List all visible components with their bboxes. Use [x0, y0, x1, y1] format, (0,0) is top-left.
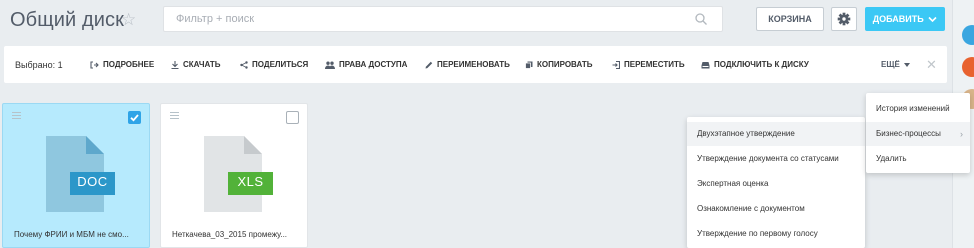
menu-item-business-processes-label: Бизнес-процессы	[876, 129, 941, 138]
menu-item-delete[interactable]: Удалить	[866, 147, 970, 171]
pencil-icon	[425, 61, 433, 68]
drag-handle-icon[interactable]	[170, 112, 179, 121]
chevron-down-icon	[928, 17, 937, 23]
doc-type-label: DOC	[77, 174, 108, 189]
add-button[interactable]: ДОБАВИТЬ	[865, 7, 945, 31]
file-name[interactable]: Почему ФРИИ и МБМ не смо...	[14, 230, 129, 239]
file-checkbox[interactable]	[286, 111, 299, 124]
filter-search-input[interactable]: Фильтр + поиск	[163, 6, 723, 32]
selected-count: Выбрано: 1	[15, 60, 63, 70]
open-details-icon	[90, 60, 99, 69]
share-button[interactable]: ПОДЕЛИТЬСЯ	[240, 60, 308, 69]
download-icon	[171, 60, 179, 69]
file-checkbox[interactable]	[128, 111, 141, 124]
submenu-item-expert-review[interactable]: Экспертная оценка	[687, 172, 865, 196]
settings-button[interactable]	[831, 7, 857, 31]
add-button-label: ДОБАВИТЬ	[872, 14, 924, 24]
access-rights-button[interactable]: ПРАВА ДОСТУПА	[325, 60, 407, 69]
access-rights-label: ПРАВА ДОСТУПА	[339, 60, 408, 69]
page-title: Общий диск	[10, 9, 124, 31]
drive-icon	[701, 61, 710, 68]
checkmark-icon	[130, 114, 139, 122]
favorite-star-icon[interactable]: ☆	[121, 10, 136, 30]
xls-type-label: XLS	[237, 174, 264, 189]
more-label: ЕЩЁ	[881, 60, 900, 69]
users-icon	[325, 61, 335, 69]
submenu-item-two-stage-approval[interactable]: Двухэтапное утверждение	[687, 122, 865, 146]
file-name[interactable]: Неткачева_03_2015 промежу...	[172, 230, 287, 239]
gear-icon	[837, 12, 851, 26]
close-icon[interactable]: ✕	[926, 57, 937, 73]
rename-label: ПЕРЕИМЕНОВАТЬ	[437, 60, 510, 69]
more-button[interactable]: ЕЩЁ	[881, 60, 911, 69]
chevron-right-icon: ›	[960, 129, 963, 139]
trash-button[interactable]: КОРЗИНА	[756, 7, 824, 31]
search-icon[interactable]	[694, 12, 708, 26]
move-label: ПЕРЕМЕСТИТЬ	[624, 60, 685, 69]
submenu-item-document-acquaintance[interactable]: Ознакомление с документом	[687, 197, 865, 221]
copy-label: КОПИРОВАТЬ	[537, 60, 593, 69]
connect-to-drive-label: ПОДКЛЮЧИТЬ К ДИСКУ	[714, 60, 809, 69]
share-label: ПОДЕЛИТЬСЯ	[252, 60, 309, 69]
submenu-item-first-vote-approval[interactable]: Утверждение по первому голосу	[687, 222, 865, 246]
details-label: ПОДРОБНЕЕ	[103, 60, 155, 69]
move-icon	[612, 60, 620, 69]
avatar[interactable]	[962, 57, 974, 77]
download-label: СКАЧАТЬ	[183, 60, 221, 69]
move-button[interactable]: ПЕРЕМЕСТИТЬ	[612, 60, 685, 69]
file-card[interactable]: DOC Почему ФРИИ и МБМ не смо...	[2, 103, 150, 248]
avatar[interactable]	[962, 25, 974, 45]
download-button[interactable]: СКАЧАТЬ	[171, 60, 220, 69]
selection-toolbar: Выбрано: 1 ПОДРОБНЕЕ СКАЧАТЬ ПОДЕЛИТЬСЯ …	[4, 46, 947, 83]
share-icon	[240, 60, 248, 69]
filter-placeholder: Фильтр + поиск	[176, 13, 255, 25]
copy-icon	[525, 61, 533, 69]
file-card[interactable]: XLS Неткачева_03_2015 промежу...	[160, 103, 308, 248]
menu-item-business-processes[interactable]: Бизнес-процессы ›	[866, 122, 970, 146]
drag-handle-icon[interactable]	[12, 112, 21, 121]
connect-to-drive-button[interactable]: ПОДКЛЮЧИТЬ К ДИСКУ	[701, 60, 809, 69]
caret-down-icon	[904, 63, 911, 67]
rename-button[interactable]: ПЕРЕИМЕНОВАТЬ	[425, 60, 510, 69]
business-process-submenu: Двухэтапное утверждение Утверждение доку…	[687, 117, 865, 248]
details-button[interactable]: ПОДРОБНЕЕ	[90, 60, 154, 69]
submenu-item-approval-with-statuses[interactable]: Утверждение документа со статусами	[687, 147, 865, 171]
more-context-menu: История изменений Бизнес-процессы › Удал…	[866, 93, 970, 173]
copy-button[interactable]: КОПИРОВАТЬ	[525, 60, 592, 69]
menu-item-history[interactable]: История изменений	[866, 97, 970, 121]
